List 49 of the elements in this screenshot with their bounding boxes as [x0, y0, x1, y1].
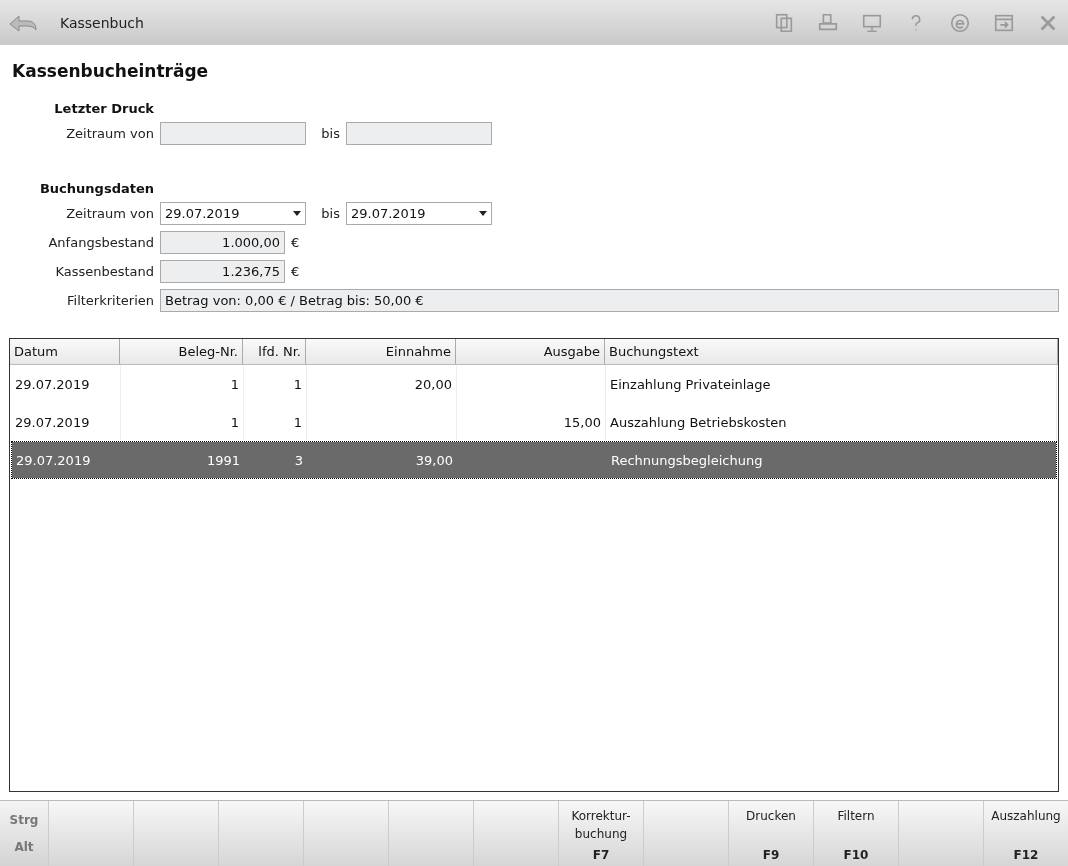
- function-key[interactable]: [389, 801, 473, 866]
- function-key[interactable]: [134, 801, 218, 866]
- e-circle-icon: [949, 11, 971, 34]
- function-key[interactable]: Auszahlung F12: [984, 801, 1068, 866]
- column-header[interactable]: Buchungstext: [605, 339, 1058, 364]
- date-to-dropdown[interactable]: 29.07.2019: [346, 202, 492, 225]
- window-title: Kassenbuch: [60, 14, 145, 31]
- function-key[interactable]: [304, 801, 388, 866]
- date-from-dropdown[interactable]: 29.07.2019: [160, 202, 306, 225]
- field-label: Anfangsbestand: [47, 235, 154, 250]
- currency-symbol: €: [291, 235, 300, 250]
- page-title: Kassenbucheinträge: [12, 61, 210, 81]
- date-from-field[interactable]: [160, 122, 306, 145]
- function-key[interactable]: [899, 801, 983, 866]
- table-cell: 1991: [122, 442, 245, 478]
- table-cell: 3: [245, 442, 308, 478]
- table-row[interactable]: 29.07.2019 1991 3 39,00 Rechnungsbegleichung: [11, 441, 1057, 479]
- function-key[interactable]: [644, 801, 728, 866]
- dropdown-caret-icon: [479, 211, 487, 216]
- field-label: Zeitraum von: [65, 126, 154, 141]
- amount-field: 1.236,75: [160, 260, 285, 283]
- field-label: bis: [320, 126, 340, 141]
- copy-icon: [773, 11, 795, 34]
- filter-field: Betrag von: 0,00 € / Betrag bis: 50,00 €: [160, 289, 1059, 312]
- function-key[interactable]: [474, 801, 558, 866]
- table-cell: Rechnungsbegleichung: [607, 442, 1056, 478]
- currency-symbol: €: [291, 264, 300, 279]
- field-label: bis: [320, 206, 340, 221]
- column-header[interactable]: Einnahme: [306, 339, 456, 364]
- function-key[interactable]: Filtern F10: [814, 801, 898, 866]
- dropdown-caret-icon: [293, 211, 301, 216]
- field-label: Kassenbestand: [54, 264, 154, 279]
- function-key[interactable]: Drucken F9: [729, 801, 813, 866]
- amount-field: 1.000,00: [160, 231, 285, 254]
- column-header[interactable]: Datum: [10, 339, 120, 364]
- table-cell: 29.07.2019: [12, 442, 122, 478]
- section-heading: Buchungsdaten: [38, 181, 154, 196]
- modifier-key[interactable]: Strg: [9, 813, 39, 828]
- column-header[interactable]: Ausgabe: [456, 339, 605, 364]
- function-key[interactable]: [219, 801, 303, 866]
- column-header[interactable]: lfd. Nr.: [243, 339, 306, 364]
- field-label: Filterkriterien: [66, 293, 154, 308]
- field-label: Zeitraum von: [65, 206, 154, 221]
- function-key[interactable]: [49, 801, 133, 866]
- function-key[interactable]: Korrektur- buchung F7: [559, 801, 643, 866]
- date-to-field[interactable]: [346, 122, 492, 145]
- table-cell: 39,00: [308, 442, 458, 478]
- column-header[interactable]: Beleg-Nr.: [120, 339, 243, 364]
- section-heading: Letzter Druck: [53, 101, 154, 116]
